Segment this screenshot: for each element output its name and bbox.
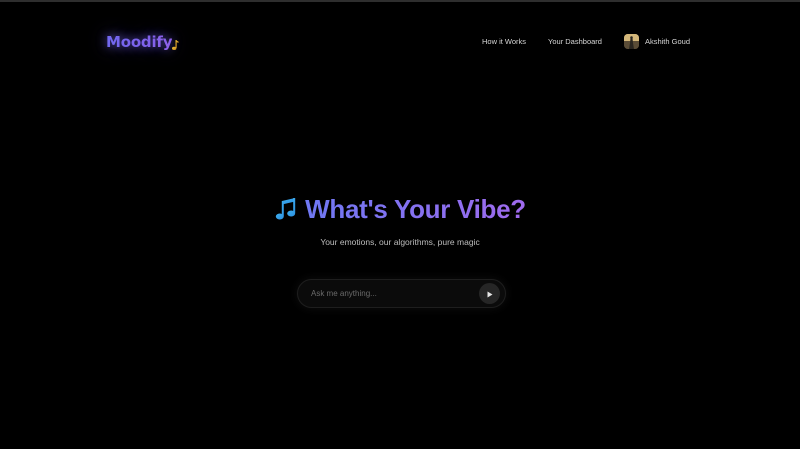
page: Moodify How it Works Your Dashboard Aksh… [0,0,800,449]
app-logo[interactable]: Moodify [106,33,179,51]
page-subtitle: Your emotions, our algorithms, pure magi… [320,237,480,247]
page-title: What's Your Vibe? [305,194,526,224]
music-note-icon [171,37,179,50]
logo-text: Moodify [106,33,173,51]
hero-title: What's Your Vibe? [0,194,800,225]
nav-link-dashboard[interactable]: Your Dashboard [548,37,602,46]
user-name: Akshith Goud [644,37,690,46]
send-button[interactable] [479,283,500,304]
nav-link-how-it-works[interactable]: How it Works [482,37,526,46]
musical-notes-icon [274,197,298,223]
chat-input[interactable] [311,289,479,298]
play-icon [487,286,493,301]
top-nav: How it Works Your Dashboard Akshith Goud [460,34,690,49]
user-menu[interactable]: Akshith Goud [623,34,690,49]
window-top-border [0,0,800,2]
chat-input-container [297,279,506,308]
avatar [623,34,639,49]
